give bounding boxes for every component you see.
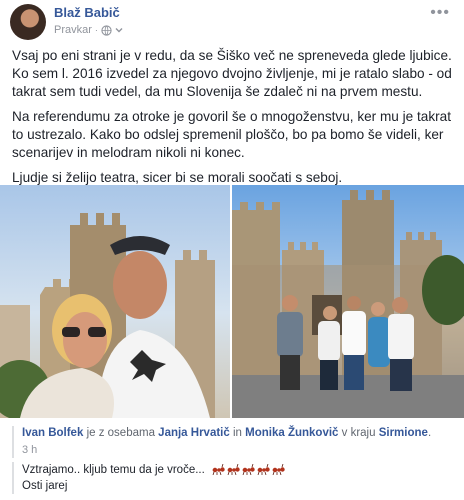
- post-paragraph: Vsaj po eni strani je v redu, da se Šišk…: [12, 48, 452, 99]
- shared-post-text: Vztrajamo.. kljub temu da je vroče... Os…: [12, 462, 457, 494]
- ant-emoji-icon: [212, 464, 285, 476]
- separator-dot: ·: [94, 25, 98, 35]
- shared-line: Osti jarej: [22, 480, 68, 492]
- chevron-down-icon[interactable]: [115, 26, 123, 34]
- period: .: [427, 427, 432, 439]
- shared-timestamp[interactable]: 3 h: [22, 443, 457, 458]
- post-header: Blaž Babič Pravkar · •••: [10, 4, 454, 40]
- with-text: je z osebama: [86, 427, 155, 439]
- photo-selfie[interactable]: [0, 185, 230, 418]
- shared-line-text: Vztrajamo.. kljub temu da je vroče...: [22, 464, 205, 476]
- globe-icon[interactable]: [101, 24, 112, 36]
- and-text: in: [232, 427, 242, 439]
- tagged-person-link[interactable]: Janja Hrvatič: [158, 427, 230, 439]
- more-options-icon[interactable]: •••: [430, 4, 450, 22]
- shared-line: Vztrajamo.. kljub temu da je vroče...: [22, 462, 457, 478]
- timestamp[interactable]: Pravkar: [54, 24, 92, 36]
- selfie-photo-image: [0, 213, 215, 418]
- post-body: Vsaj po eni strani je v redu, da se Šišk…: [12, 47, 454, 194]
- post-paragraph: Na referendumu za otroke je govoril še o…: [12, 109, 451, 160]
- author-avatar[interactable]: [10, 4, 46, 40]
- facebook-post: Blaž Babič Pravkar · ••• Vsaj po eni str…: [0, 0, 464, 500]
- place-text: v kraju: [341, 427, 376, 439]
- group-photo-image: [232, 190, 464, 418]
- location-link[interactable]: Sirmione: [379, 427, 428, 439]
- author-name[interactable]: Blaž Babič: [54, 5, 120, 20]
- tagged-person-link[interactable]: Monika Žunkovič: [245, 427, 338, 439]
- shared-post-tagline: Ivan Bolfek je z osebama Janja Hrvatič i…: [12, 426, 457, 458]
- photo-grid: [0, 185, 464, 418]
- photo-group[interactable]: [232, 185, 464, 418]
- tagged-author-link[interactable]: Ivan Bolfek: [22, 427, 83, 439]
- post-meta: Pravkar ·: [54, 24, 123, 36]
